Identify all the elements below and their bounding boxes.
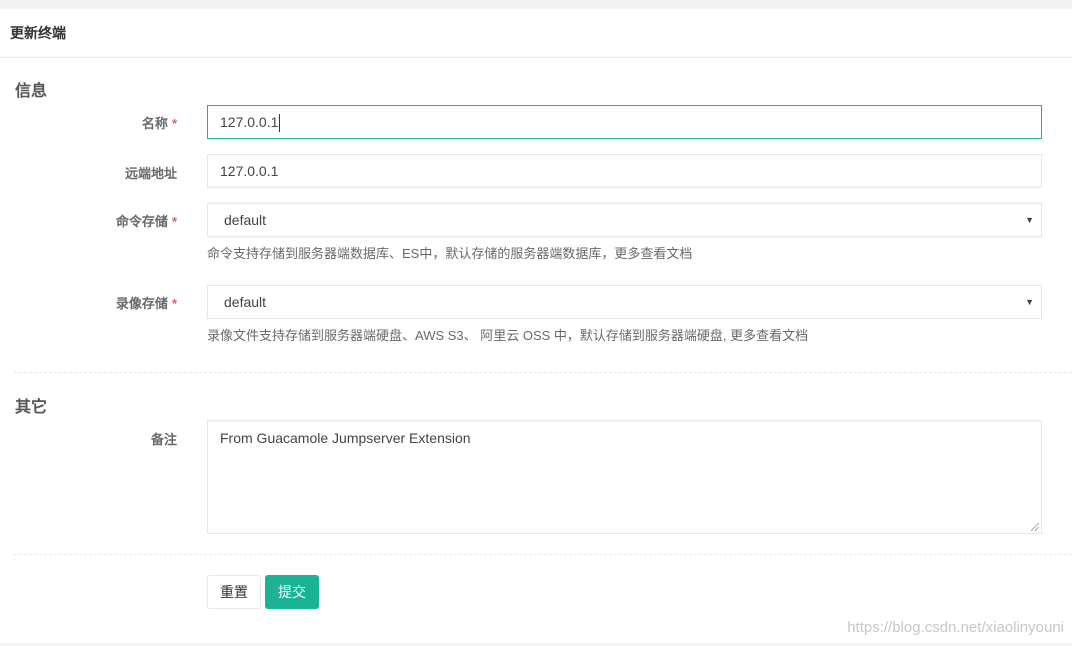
name-label-text: 名称 [141,116,168,131]
text-caret [279,114,281,133]
section-divider [14,372,1072,373]
comment-value: From Guacamole Jumpserver Extension [220,430,471,446]
watermark: https://blog.csdn.net/xiaolinyouni [847,619,1064,636]
required-mark: * [171,214,177,229]
section-divider [14,554,1072,555]
name-label: 名称 * [17,113,177,132]
required-mark: * [171,296,177,311]
name-input-value: 127.0.0.1 [220,114,279,130]
comment-textarea[interactable]: From Guacamole Jumpserver Extension [207,420,1042,534]
remote-addr-value: 127.0.0.1 [220,163,279,179]
section-title-info: 信息 [15,83,48,100]
remote-addr-input[interactable]: 127.0.0.1 [207,154,1042,188]
remote-addr-label: 远端地址 [124,166,177,181]
chevron-down-icon: ▼ [1025,297,1034,307]
replay-storage-help: 录像文件支持存储到服务器端硬盘、AWS S3、 阿里云 OSS 中，默认存储到服… [207,328,809,343]
command-storage-select[interactable]: default ▼ [207,203,1042,237]
form-panel: 更新终端 信息 名称 * 127.0.0.1 远端地址 127.0.0.1 命令存… [0,9,1072,643]
command-storage-label-text: 命令存储 [115,214,168,229]
submit-button[interactable]: 提交 [265,575,319,609]
reset-button[interactable]: 重置 [207,575,261,609]
page-title: 更新终端 [0,9,1072,58]
name-input[interactable]: 127.0.0.1 [207,105,1042,139]
replay-storage-label: 录像存储 * [17,293,177,312]
section-title-other: 其它 [15,399,48,416]
chevron-down-icon: ▼ [1025,215,1034,225]
replay-storage-label-text: 录像存储 [115,296,168,311]
replay-storage-select[interactable]: default ▼ [207,285,1042,319]
comment-label: 备注 [150,432,177,447]
command-storage-help: 命令支持存储到服务器端数据库、ES中，默认存储的服务器端数据库，更多查看文档 [207,246,693,261]
command-storage-label: 命令存储 * [17,211,177,230]
resize-grip-icon[interactable] [1031,523,1039,531]
replay-storage-value: default [224,294,267,310]
command-storage-value: default [224,212,267,228]
required-mark: * [171,116,177,131]
